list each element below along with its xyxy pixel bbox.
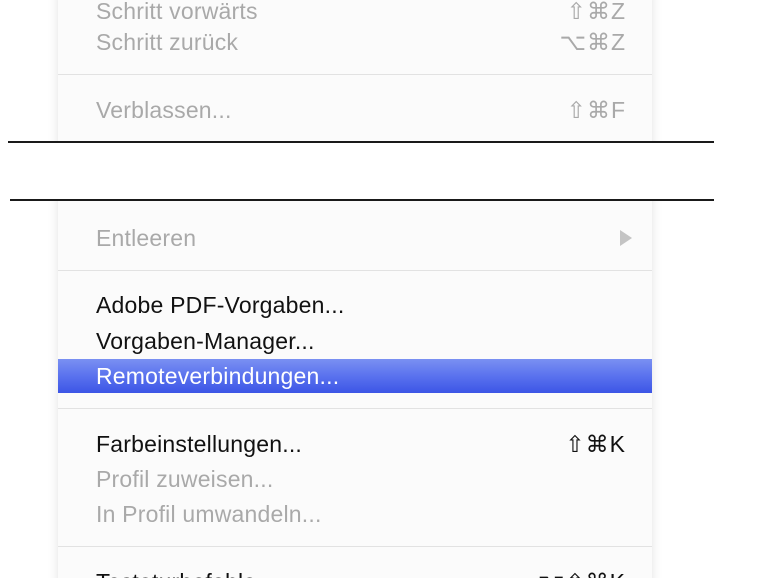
cut-line-top [8,141,714,143]
menu-item-step-backward[interactable]: Schritt zurück ⌥⌘Z [58,25,652,59]
menu-item-keyboard-shortcuts[interactable]: Tastaturbefehle... ⌥⇧⌘K [58,565,652,578]
menu-item-label: Remoteverbindungen... [96,363,340,389]
cut-line-bottom [10,199,714,201]
menu-item-label: Tastaturbefehle... [96,565,276,578]
menu-separator [58,408,652,409]
menu-item-label: Profil zuweisen... [96,466,274,492]
menu-separator [58,546,652,547]
menu-separator [58,270,652,271]
menu-item-remote-connections[interactable]: Remoteverbindungen... [58,359,652,393]
keyboard-shortcut: ⌥⌘Z [559,29,626,55]
menu-item-step-forward[interactable]: Schritt vorwärts ⇧⌘Z [58,0,652,28]
menu-item-label: Verblassen... [96,97,232,123]
keyboard-shortcut: ⇧⌘F [566,97,626,123]
keyboard-shortcut: ⌥⇧⌘K [538,565,626,578]
menu-item-label: Adobe PDF-Vorgaben... [96,292,345,318]
menu-item-label: Vorgaben-Manager... [96,328,315,354]
menu-item-label: In Profil umwandeln... [96,501,322,527]
menu-item-purge[interactable]: Entleeren [58,221,652,255]
keyboard-shortcut: ⇧⌘K [565,431,626,457]
menu-item-color-settings[interactable]: Farbeinstellungen... ⇧⌘K [58,427,652,461]
menu-item-fade[interactable]: Verblassen... ⇧⌘F [58,93,652,127]
menu-separator [58,74,652,75]
edit-menu: Schritt vorwärts ⇧⌘Z Schritt zurück ⌥⌘Z … [58,0,652,578]
cropped-gap [0,141,770,201]
screenshot-stage: Schritt vorwärts ⇧⌘Z Schritt zurück ⌥⌘Z … [0,0,770,578]
menu-item-label: Schritt zurück [96,29,239,55]
menu-item-assign-profile[interactable]: Profil zuweisen... [58,462,652,496]
menu-item-adobe-pdf-presets[interactable]: Adobe PDF-Vorgaben... [58,288,652,322]
keyboard-shortcut: ⇧⌘Z [566,0,626,24]
menu-item-label: Entleeren [96,225,197,251]
menu-item-convert-to-profile[interactable]: In Profil umwandeln... [58,497,652,531]
submenu-arrow-icon [620,230,632,246]
menu-item-preset-manager[interactable]: Vorgaben-Manager... [58,324,652,358]
menu-item-label: Farbeinstellungen... [96,431,303,457]
menu-item-label: Schritt vorwärts [96,0,258,24]
